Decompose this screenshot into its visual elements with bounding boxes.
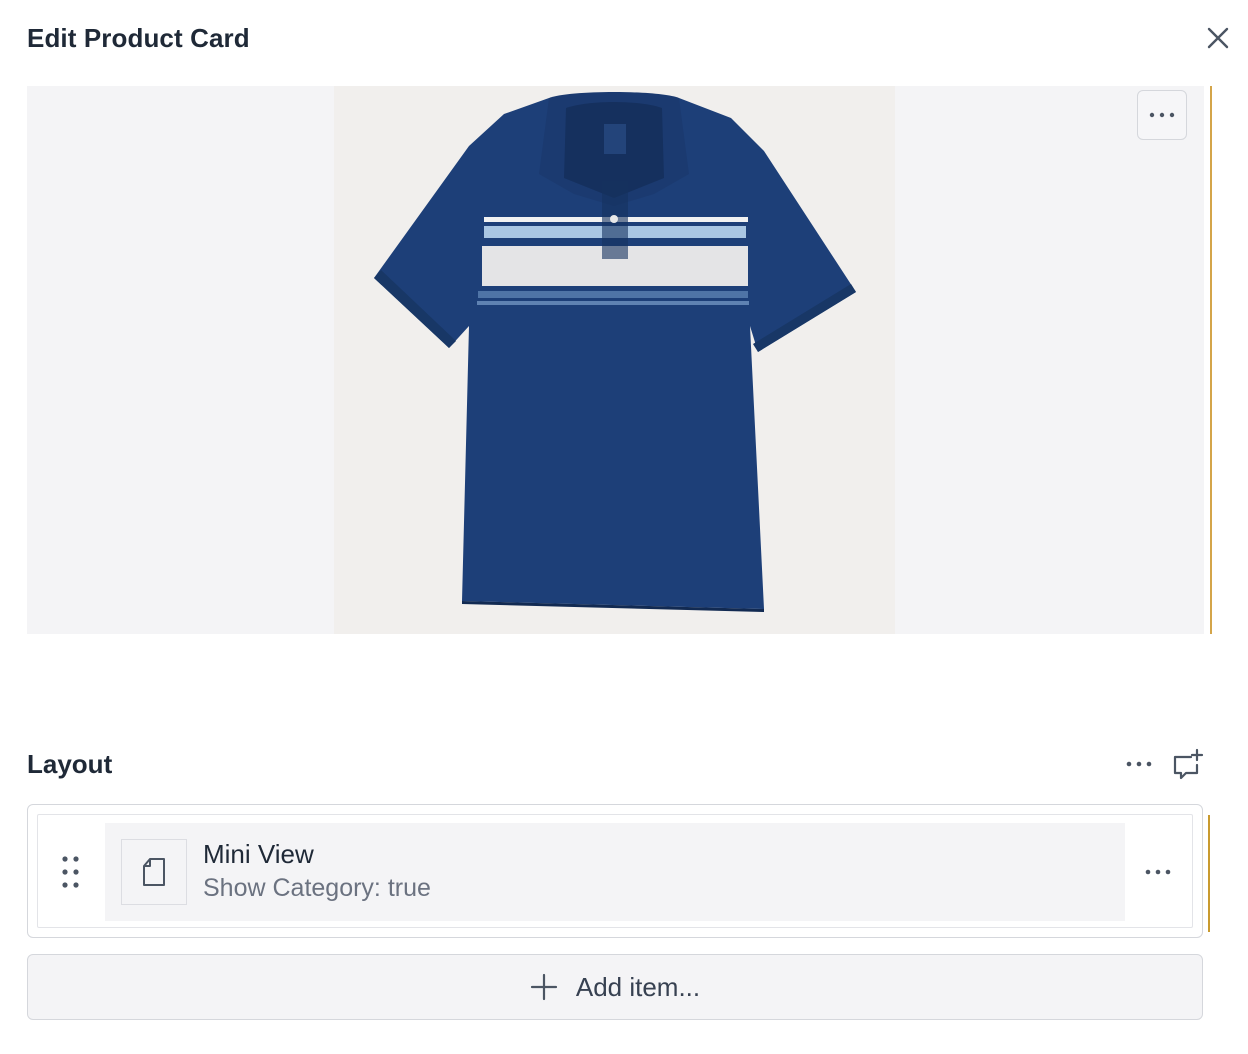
add-item-label: Add item... <box>575 971 701 1002</box>
list-item: Mini View Show Category: true <box>37 814 1193 928</box>
comment-plus-icon <box>1173 748 1204 780</box>
add-item-button[interactable]: Add item... <box>27 954 1203 1020</box>
image-preview-area <box>27 86 1204 634</box>
product-image[interactable] <box>334 86 895 634</box>
layout-more-button[interactable] <box>1125 760 1153 768</box>
panel-header: Edit Product Card <box>27 20 1228 56</box>
image-accent-bar <box>1210 86 1212 634</box>
item-more-button[interactable] <box>1138 855 1178 889</box>
layout-title: Layout <box>27 748 113 779</box>
edit-product-card-panel: Edit Product Card Layout Mini View Show … <box>0 0 1248 1054</box>
more-horizontal-icon <box>1126 761 1152 767</box>
image-more-button[interactable] <box>1137 90 1187 140</box>
layout-section-header: Layout <box>27 744 1205 784</box>
drag-handle-icon <box>62 856 79 888</box>
item-thumbnail <box>121 839 187 905</box>
layout-actions <box>1125 747 1205 781</box>
plus-icon <box>530 973 557 1001</box>
item-title: Mini View <box>203 839 314 869</box>
more-horizontal-icon <box>1149 112 1175 118</box>
more-horizontal-icon <box>1145 869 1171 875</box>
item-subtitle: Show Category: true <box>203 874 431 902</box>
close-icon <box>1207 27 1229 49</box>
panel-title: Edit Product Card <box>27 22 250 53</box>
add-comment-button[interactable] <box>1171 747 1205 781</box>
close-button[interactable] <box>1200 20 1236 56</box>
mini-view-item[interactable]: Mini View Show Category: true <box>105 823 1125 921</box>
polo-shirt-image <box>374 92 856 612</box>
drag-handle[interactable] <box>60 854 82 890</box>
document-icon <box>143 858 165 886</box>
layout-items-list: Mini View Show Category: true <box>27 804 1203 938</box>
list-accent-bar <box>1208 815 1210 932</box>
